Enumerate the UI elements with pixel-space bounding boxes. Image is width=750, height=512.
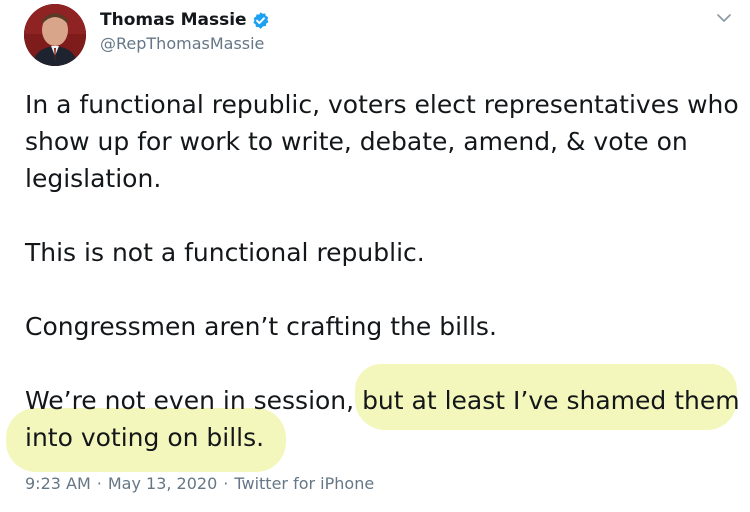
name-row: Thomas Massie — [100, 8, 270, 32]
highlighted-text: but at least I’ve shamed them — [362, 386, 740, 415]
tweet-meta: 9:23 AM · May 13, 2020 · Twitter for iPh… — [25, 472, 374, 496]
tweet-paragraph: In a functional republic, voters elect r… — [25, 90, 739, 193]
tweet-source[interactable]: Twitter for iPhone — [234, 472, 374, 496]
chevron-down-icon[interactable] — [716, 10, 732, 26]
tweet-date[interactable]: May 13, 2020 — [108, 472, 217, 496]
verified-badge-icon — [251, 11, 270, 30]
user-handle[interactable]: @RepThomasMassie — [100, 33, 270, 55]
tweet-text: In a functional republic, voters elect r… — [25, 86, 740, 456]
tweet-card: Thomas Massie @RepThomasMassie In a func… — [0, 0, 750, 512]
highlighted-text: into voting on bills. — [25, 423, 265, 452]
separator: · — [96, 474, 102, 493]
tweet-paragraph: Congressmen aren’t crafting the bills. — [25, 312, 497, 341]
display-name[interactable]: Thomas Massie — [100, 8, 247, 32]
author-block: Thomas Massie @RepThomasMassie — [100, 8, 270, 55]
tweet-paragraph-last: We’re not even in session, but at least … — [25, 382, 740, 456]
separator: · — [223, 474, 229, 493]
tweet-time[interactable]: 9:23 AM — [25, 472, 91, 496]
tweet-text-plain: We’re not even in session, — [25, 386, 363, 415]
profile-photo-icon — [24, 4, 86, 66]
avatar[interactable] — [24, 4, 86, 66]
tweet-paragraph: This is not a functional republic. — [25, 238, 425, 267]
